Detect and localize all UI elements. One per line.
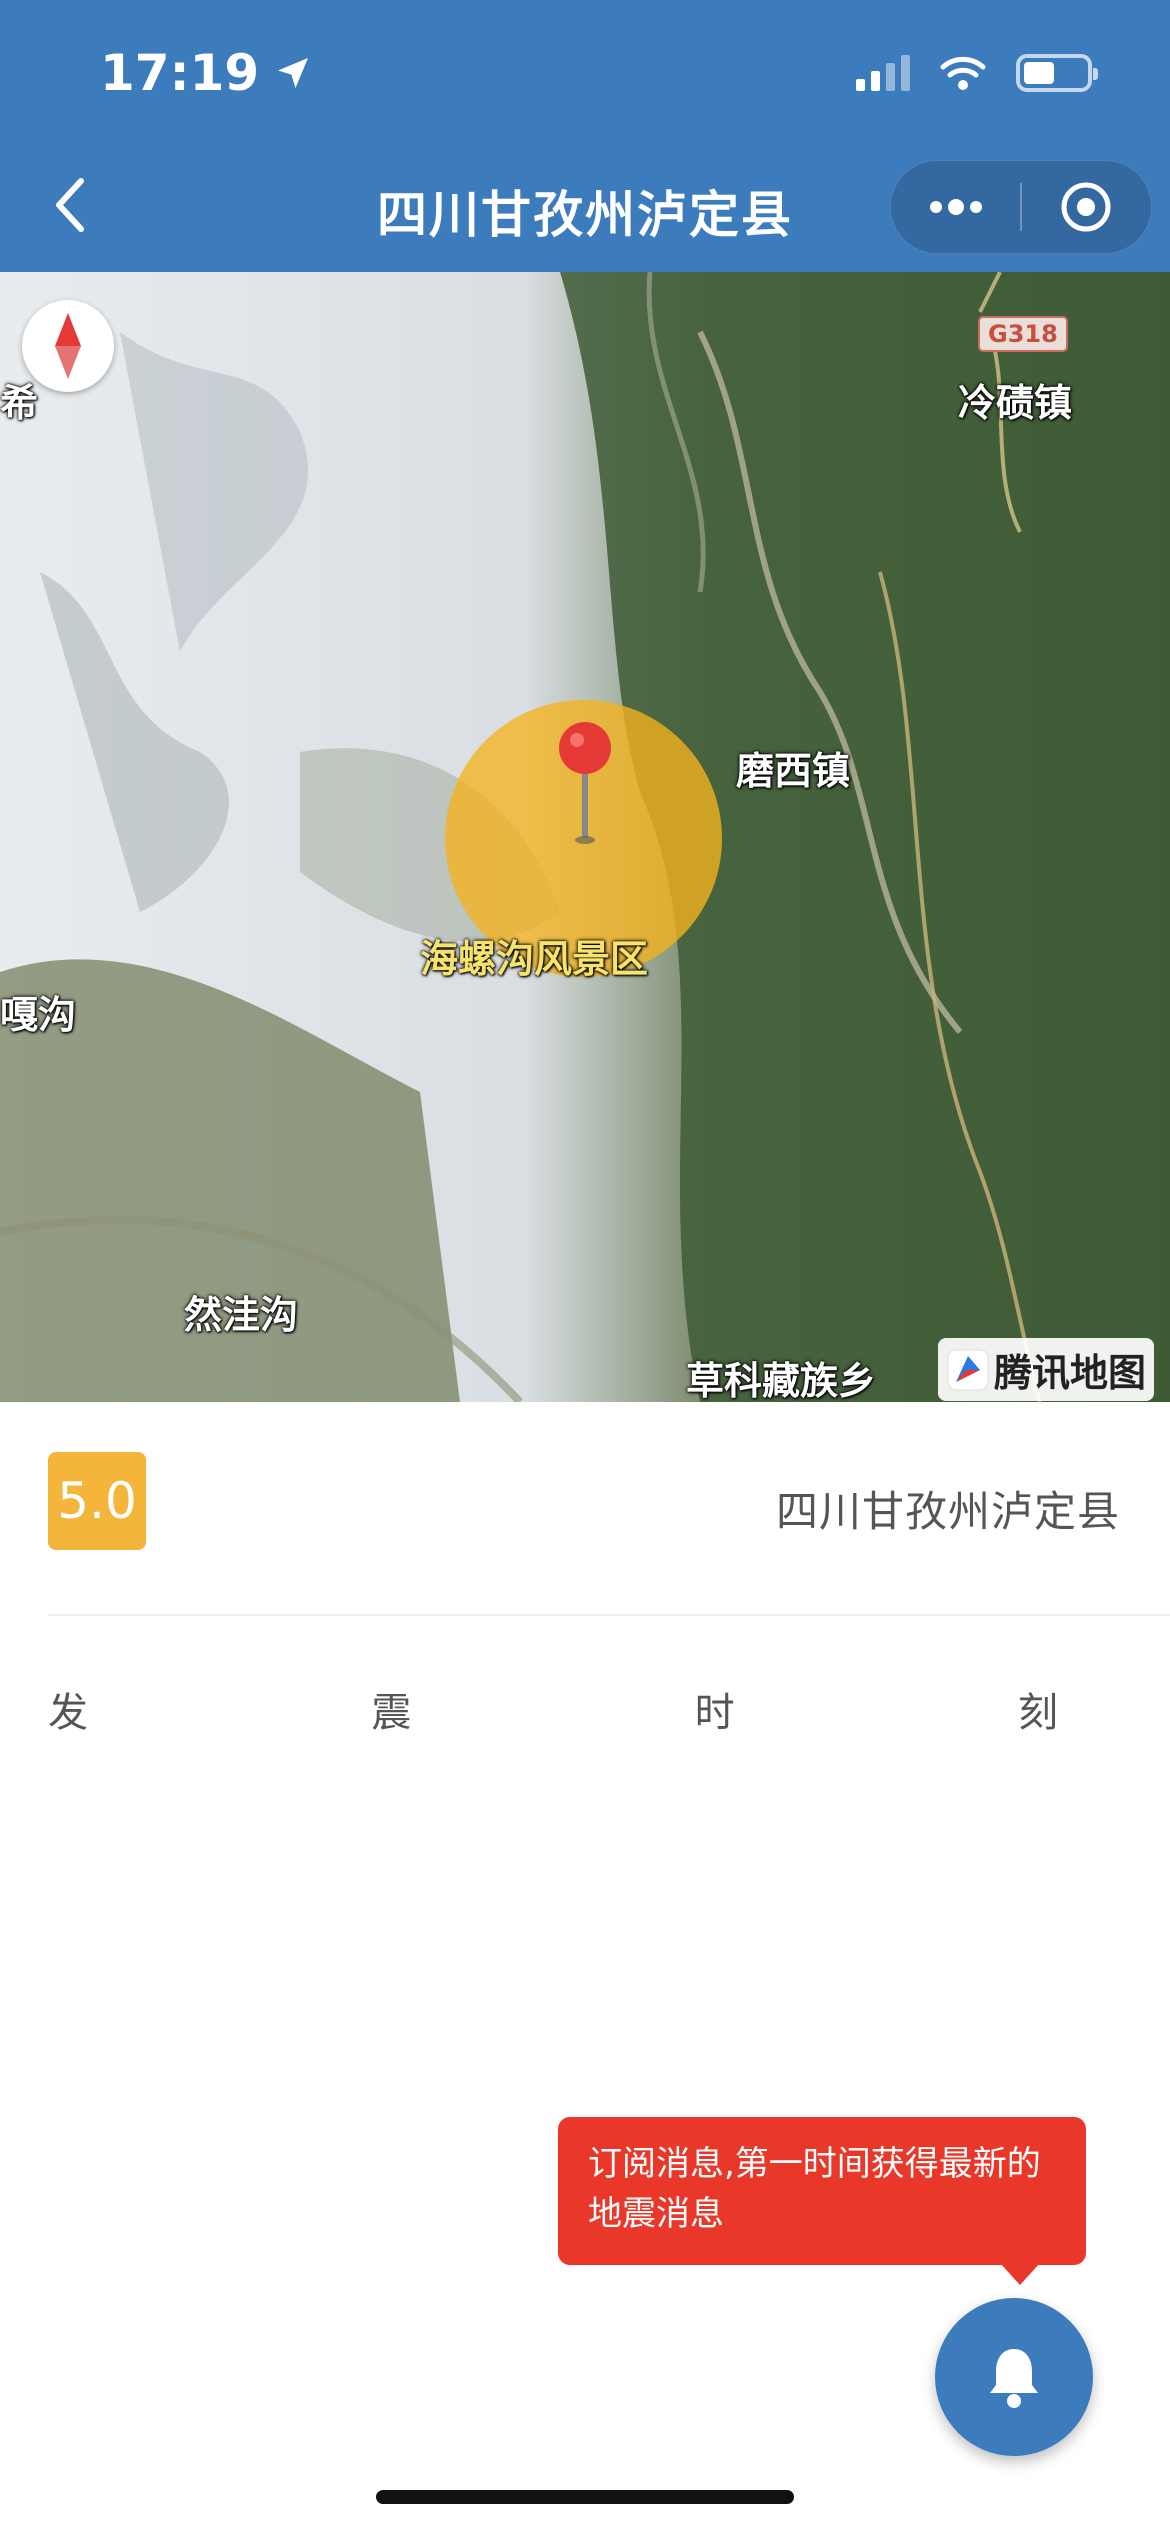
subscribe-tooltip: 订阅消息,第一时间获得最新的地震消息 (558, 2117, 1086, 2285)
road-badge: G318 (978, 316, 1068, 352)
earthquake-map[interactable]: G318 希 冷碛镇 磨西镇 嘎沟 然洼沟 草科藏族乡 海螺沟风景区 腾讯地图 (0, 272, 1170, 1402)
time-label-char: 时 (694, 1690, 735, 1736)
bell-icon (990, 2349, 1038, 2408)
time-label-char: 发 (48, 1690, 88, 1736)
nav-header: 17:19 四川甘孜州泸定县 (0, 0, 1170, 272)
map-label-xi: 希 (0, 381, 39, 425)
map-label-caoke: 草科藏族乡 (686, 1359, 877, 1402)
map-label-hailuogou: 海螺沟风景区 (420, 937, 649, 981)
map-provider-name: 腾讯地图 (993, 1351, 1146, 1395)
magnitude-badge: 5.0 (48, 1452, 146, 1550)
map-label-moxi: 磨西镇 (736, 749, 851, 793)
quake-location: 四川甘孜州泸定县 (775, 1487, 1120, 1536)
map-provider-logo: 腾讯地图 (937, 1338, 1154, 1401)
battery-icon (1016, 54, 1098, 92)
time-label-char: 震 (371, 1690, 412, 1736)
cellular-signal-icon (856, 55, 910, 91)
epicenter-pin-icon[interactable] (555, 720, 615, 854)
subscribe-button[interactable] (935, 2298, 1093, 2456)
wifi-icon (940, 56, 986, 90)
tencent-map-logo-icon (947, 1349, 989, 1390)
divider (48, 1614, 1170, 1616)
home-indicator (376, 2490, 794, 2504)
status-time: 17:19 (100, 44, 313, 102)
map-label-ranwagou: 然洼沟 (184, 1293, 299, 1337)
more-dots-icon (929, 199, 982, 215)
map-label-lengqi: 冷碛镇 (958, 381, 1073, 425)
close-miniprogram-button[interactable] (1022, 161, 1151, 253)
quake-time-label: 发 震 时 刻 (48, 1680, 1078, 1738)
map-label-gagou: 嘎沟 (0, 993, 77, 1037)
clock-text: 17:19 (100, 44, 260, 102)
miniprogram-capsule (890, 160, 1152, 254)
compass-icon (55, 313, 81, 379)
more-button[interactable] (891, 161, 1020, 253)
time-label-char: 刻 (1017, 1690, 1058, 1736)
location-arrow-icon (278, 58, 309, 88)
target-close-icon (1061, 182, 1111, 232)
status-icons (856, 54, 1098, 92)
